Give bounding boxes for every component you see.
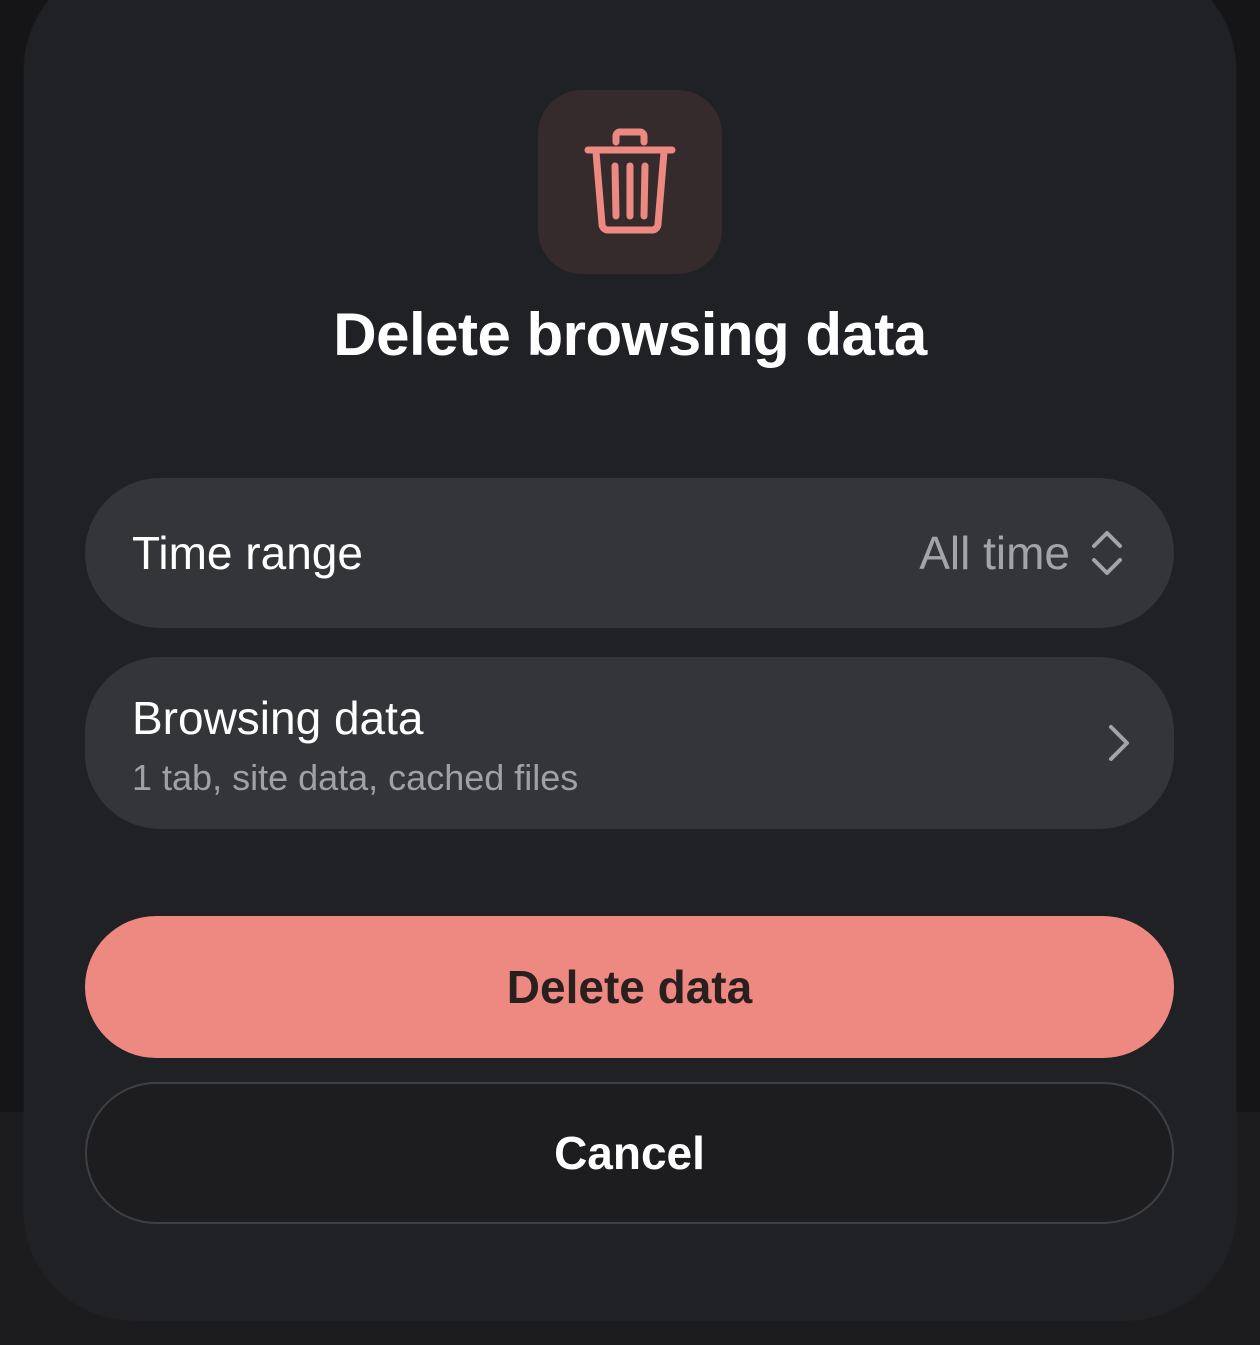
delete-browsing-data-dialog: Delete browsing data Time range All time… xyxy=(24,0,1236,1320)
time-range-label: Time range xyxy=(132,527,363,579)
chevron-up-down-icon xyxy=(1092,531,1122,575)
trash-icon xyxy=(584,128,676,234)
browsing-data-label: Browsing data xyxy=(132,692,424,744)
time-range-value[interactable]: All time xyxy=(919,526,1070,580)
browsing-data-summary: 1 tab, site data, cached files xyxy=(132,757,579,798)
chevron-right-icon xyxy=(1109,725,1129,761)
trash-icon-tile xyxy=(538,90,722,274)
browsing-data-row[interactable]: Browsing data 1 tab, site data, cached f… xyxy=(85,657,1174,829)
dialog-title: Delete browsing data xyxy=(333,301,927,368)
time-range-row[interactable]: Time range All time xyxy=(85,478,1174,628)
cancel-button[interactable]: Cancel xyxy=(85,1082,1174,1224)
delete-data-button[interactable]: Delete data xyxy=(85,916,1174,1058)
